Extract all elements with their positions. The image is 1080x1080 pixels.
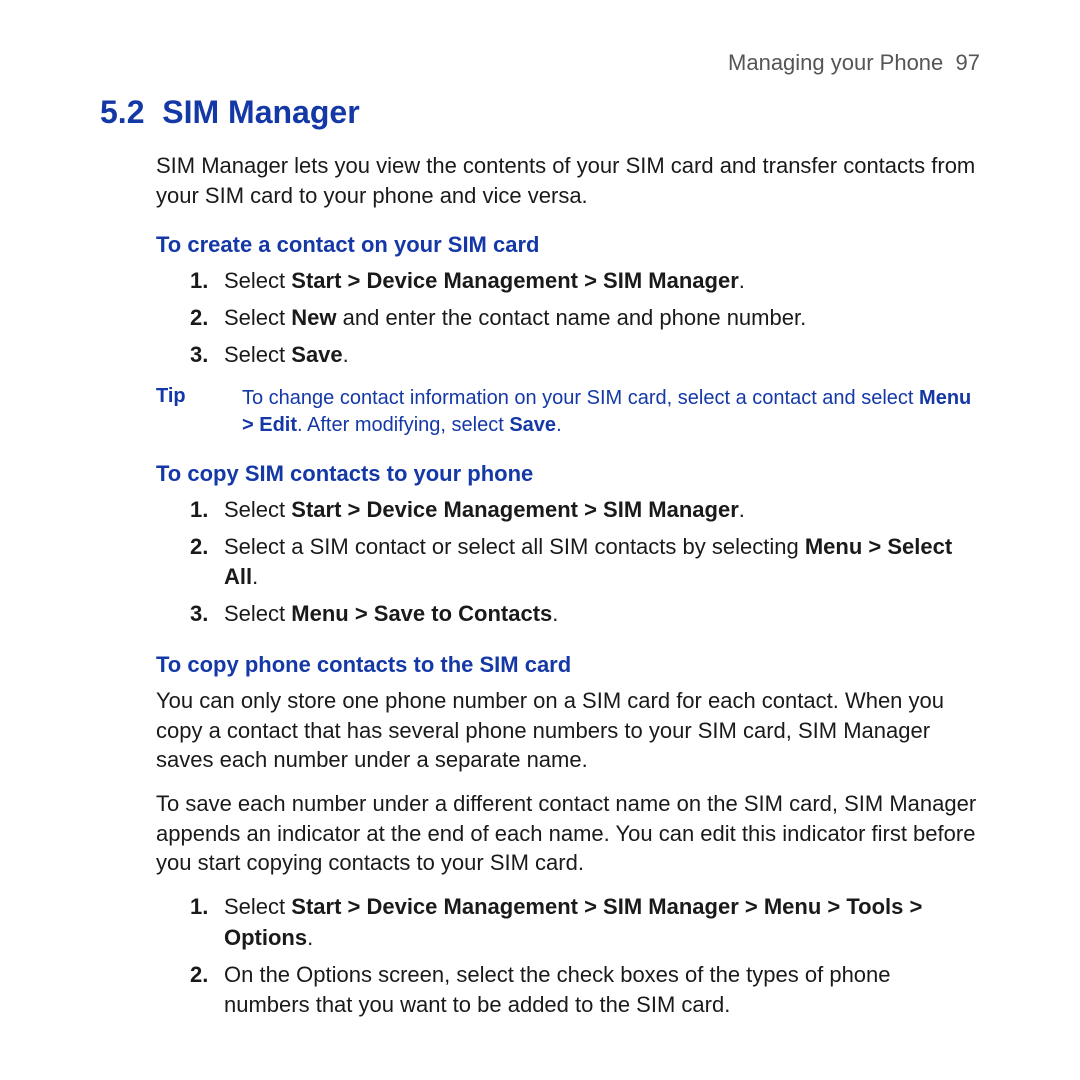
step-item: 3. Select Save. bbox=[190, 340, 980, 371]
paragraph: You can only store one phone number on a… bbox=[156, 686, 980, 775]
steps-copy-to-phone: 1. Select Start > Device Management > SI… bbox=[190, 495, 980, 630]
step-bold: Menu > Save to Contacts bbox=[291, 601, 552, 626]
step-number: 1. bbox=[190, 495, 208, 526]
step-item: 2. On the Options screen, select the che… bbox=[190, 960, 980, 1022]
step-number: 3. bbox=[190, 599, 208, 630]
page-number: 97 bbox=[956, 50, 980, 75]
step-item: 1. Select Start > Device Management > SI… bbox=[190, 266, 980, 297]
step-number: 3. bbox=[190, 340, 208, 371]
step-bold: Save bbox=[291, 342, 342, 367]
step-text: . bbox=[739, 268, 745, 293]
tip-text: To change contact information on your SI… bbox=[242, 387, 919, 409]
step-text: Select a SIM contact or select all SIM c… bbox=[224, 534, 805, 559]
step-number: 2. bbox=[190, 960, 208, 991]
tip-block: Tip To change contact information on you… bbox=[156, 385, 980, 439]
step-bold: Start > Device Management > SIM Manager bbox=[291, 268, 739, 293]
step-text: . bbox=[343, 342, 349, 367]
step-text: Select bbox=[224, 305, 291, 330]
step-item: 2. Select New and enter the contact name… bbox=[190, 303, 980, 334]
step-number: 2. bbox=[190, 532, 208, 563]
step-bold: New bbox=[291, 305, 336, 330]
section-title: SIM Manager bbox=[162, 94, 359, 130]
paragraph: To save each number under a different co… bbox=[156, 789, 980, 878]
chapter-title: Managing your Phone bbox=[728, 50, 943, 75]
step-bold: Start > Device Management > SIM Manager bbox=[291, 497, 739, 522]
step-bold: Start > Device Management > SIM Manager … bbox=[224, 894, 922, 950]
step-text: Select bbox=[224, 894, 291, 919]
step-number: 1. bbox=[190, 892, 208, 923]
step-item: 1. Select Start > Device Management > SI… bbox=[190, 495, 980, 526]
step-text: . bbox=[552, 601, 558, 626]
steps-copy-to-sim: 1. Select Start > Device Management > SI… bbox=[190, 892, 980, 1021]
tip-text: . bbox=[556, 414, 562, 436]
step-text: On the Options screen, select the check … bbox=[224, 962, 891, 1018]
step-item: 2. Select a SIM contact or select all SI… bbox=[190, 532, 980, 594]
step-text: . bbox=[307, 925, 313, 950]
subheading-copy-to-sim: To copy phone contacts to the SIM card bbox=[156, 652, 980, 678]
tip-label: Tip bbox=[156, 385, 242, 439]
step-item: 3. Select Menu > Save to Contacts. bbox=[190, 599, 980, 630]
page-header: Managing your Phone 97 bbox=[100, 50, 980, 76]
step-item: 1. Select Start > Device Management > SI… bbox=[190, 892, 980, 954]
tip-body: To change contact information on your SI… bbox=[242, 385, 980, 439]
step-text: and enter the contact name and phone num… bbox=[337, 305, 807, 330]
section-number: 5.2 bbox=[100, 94, 144, 130]
step-number: 2. bbox=[190, 303, 208, 334]
steps-create-contact: 1. Select Start > Device Management > SI… bbox=[190, 266, 980, 370]
tip-bold: Save bbox=[509, 414, 556, 436]
step-text: . bbox=[252, 564, 258, 589]
tip-text: . After modifying, select bbox=[297, 414, 509, 436]
subheading-create-contact: To create a contact on your SIM card bbox=[156, 232, 980, 258]
step-text: Select bbox=[224, 497, 291, 522]
subheading-copy-to-phone: To copy SIM contacts to your phone bbox=[156, 461, 980, 487]
step-text: . bbox=[739, 497, 745, 522]
step-number: 1. bbox=[190, 266, 208, 297]
step-text: Select bbox=[224, 268, 291, 293]
manual-page: Managing your Phone 97 5.2 SIM Manager S… bbox=[0, 0, 1080, 1071]
intro-paragraph: SIM Manager lets you view the contents o… bbox=[156, 151, 980, 210]
section-heading: 5.2 SIM Manager bbox=[100, 94, 980, 131]
step-text: Select bbox=[224, 601, 291, 626]
step-text: Select bbox=[224, 342, 291, 367]
